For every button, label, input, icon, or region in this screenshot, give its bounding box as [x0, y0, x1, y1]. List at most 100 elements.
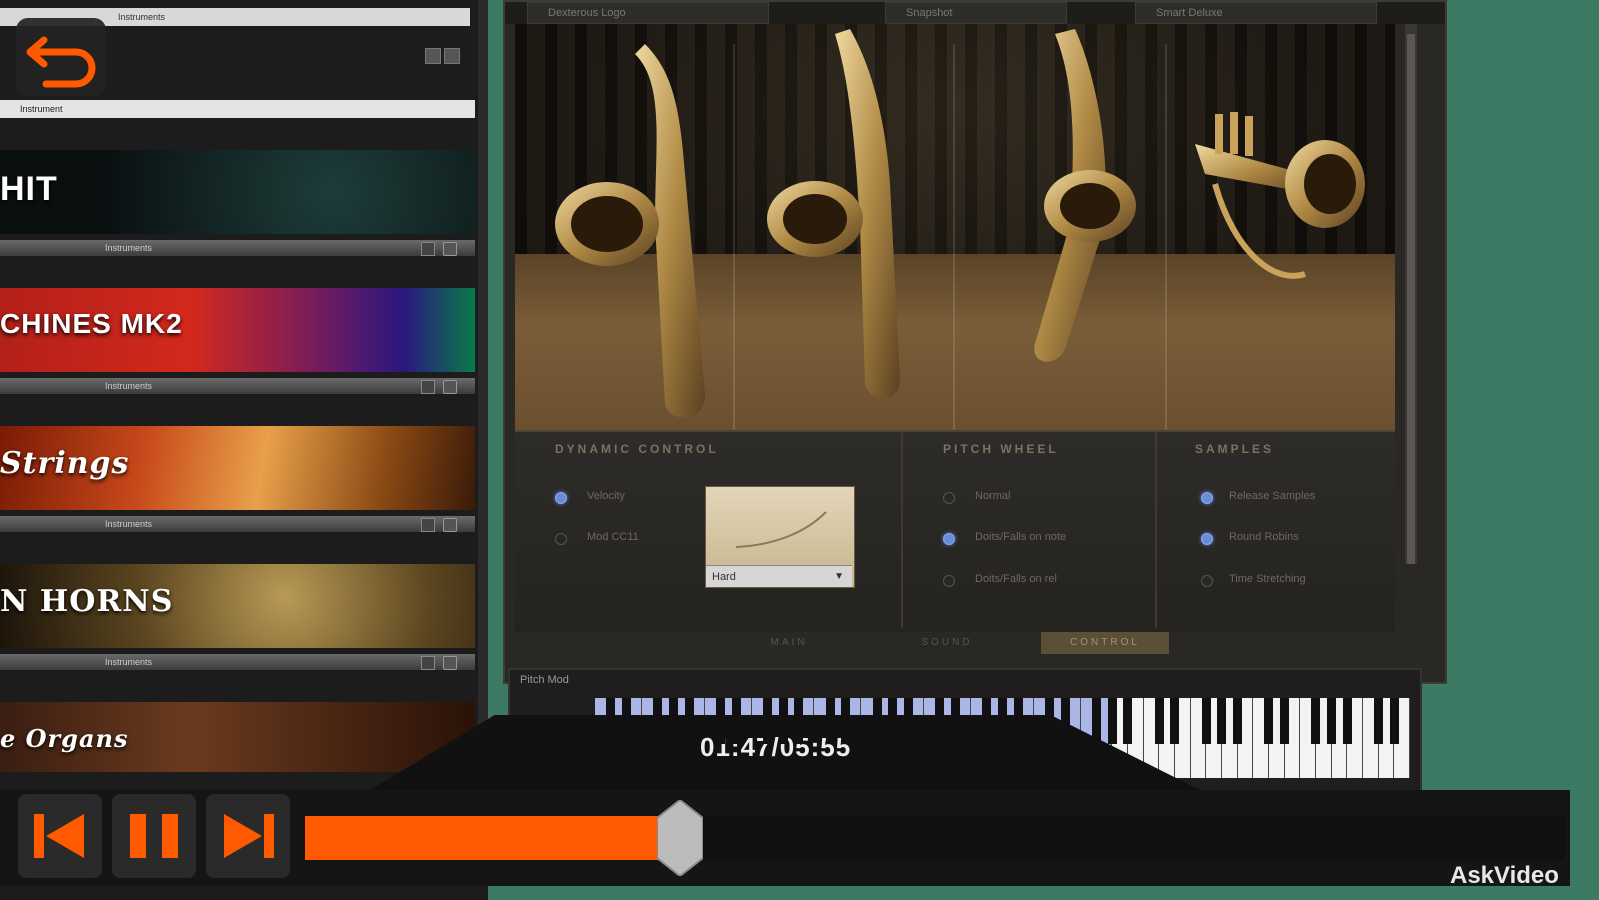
- sidebar-scrollbar[interactable]: [478, 0, 488, 780]
- black-key[interactable]: [935, 698, 945, 744]
- library-footer: Instruments: [0, 240, 475, 256]
- time-stretching-label: Time Stretching: [1229, 573, 1306, 585]
- black-key[interactable]: [903, 698, 913, 744]
- black-key[interactable]: [1374, 698, 1384, 744]
- black-key[interactable]: [668, 698, 678, 744]
- info-icon[interactable]: [421, 242, 435, 256]
- curve-graph: [735, 511, 827, 548]
- black-key[interactable]: [1107, 698, 1117, 744]
- round-robins-label: Round Robins: [1229, 531, 1299, 543]
- close-icon[interactable]: [444, 48, 460, 64]
- black-key[interactable]: [731, 698, 741, 744]
- library-banner[interactable]: CHINES MK2: [0, 288, 475, 372]
- footer-label: Instruments: [105, 519, 153, 529]
- library-banner[interactable]: N HORNS: [0, 564, 475, 648]
- gear-icon[interactable]: [443, 380, 457, 394]
- instrument-scrollbar[interactable]: [1405, 24, 1417, 564]
- smart-button[interactable]: Smart Deluxe: [1135, 2, 1377, 24]
- minimize-icon[interactable]: [425, 48, 441, 64]
- instrument-toolbar: Dexterous Logo Snapshot Smart Deluxe: [505, 2, 1445, 24]
- velocity-radio[interactable]: [555, 492, 567, 504]
- pitch-wheel-section: PITCH WHEEL Normal Doits/Falls on note D…: [903, 432, 1157, 628]
- black-key[interactable]: [1154, 698, 1164, 744]
- doits-rel-radio[interactable]: [943, 575, 955, 587]
- black-key[interactable]: [1092, 698, 1102, 744]
- saxophones-illustration: [555, 29, 1365, 418]
- pause-button[interactable]: [112, 794, 196, 878]
- curve-dropdown[interactable]: Hard ▼: [706, 565, 852, 587]
- back-button[interactable]: [16, 18, 106, 96]
- black-key[interactable]: [1217, 698, 1227, 744]
- black-key[interactable]: [950, 698, 960, 744]
- black-key[interactable]: [778, 698, 788, 744]
- black-key[interactable]: [1327, 698, 1337, 744]
- library-card-machines[interactable]: CHINES MK2 Instruments: [0, 288, 475, 428]
- doits-note-radio[interactable]: [943, 533, 955, 545]
- section-title: PITCH WHEEL: [943, 442, 1059, 456]
- library-banner[interactable]: e Organs: [0, 702, 475, 772]
- black-key[interactable]: [621, 698, 631, 744]
- black-key[interactable]: [1045, 698, 1055, 744]
- logo-button[interactable]: Dexterous Logo: [527, 2, 769, 24]
- library-card-horns[interactable]: N HORNS Instruments: [0, 564, 475, 704]
- black-key[interactable]: [762, 698, 772, 744]
- library-filter-bar[interactable]: Instrument: [0, 100, 475, 118]
- release-samples-label: Release Samples: [1229, 490, 1316, 502]
- info-icon[interactable]: [421, 380, 435, 394]
- library-banner[interactable]: HIT: [0, 150, 475, 234]
- black-key[interactable]: [1170, 698, 1180, 744]
- banner-title: Strings: [0, 446, 130, 481]
- progress-bar[interactable]: [305, 798, 1565, 878]
- library-mini-buttons: [425, 48, 460, 64]
- snapshot-button[interactable]: Snapshot: [885, 2, 1067, 24]
- tab-main[interactable]: MAIN: [725, 632, 853, 654]
- black-key[interactable]: [794, 698, 804, 744]
- black-key[interactable]: [684, 698, 694, 744]
- info-icon[interactable]: [421, 656, 435, 670]
- scroll-thumb[interactable]: [1407, 34, 1415, 564]
- baritone-sax-icon: [555, 44, 705, 418]
- black-key[interactable]: [1060, 698, 1070, 744]
- black-key[interactable]: [1342, 698, 1352, 744]
- black-key[interactable]: [872, 698, 882, 744]
- black-key[interactable]: [1264, 698, 1274, 744]
- black-key[interactable]: [1311, 698, 1321, 744]
- black-key[interactable]: [653, 698, 663, 744]
- black-key[interactable]: [1233, 698, 1243, 744]
- tab-sound[interactable]: SOUND: [883, 632, 1011, 654]
- black-key[interactable]: [825, 698, 835, 744]
- library-card-strings[interactable]: Strings Instruments: [0, 426, 475, 566]
- black-key[interactable]: [1389, 698, 1399, 744]
- info-icon[interactable]: [421, 518, 435, 532]
- black-key[interactable]: [606, 698, 616, 744]
- time-stretching-radio[interactable]: [1201, 575, 1213, 587]
- banner-title: e Organs: [0, 724, 129, 753]
- velocity-curve-display: Hard ▼: [705, 486, 855, 588]
- previous-button[interactable]: [18, 794, 102, 878]
- release-samples-radio[interactable]: [1201, 492, 1213, 504]
- gear-icon[interactable]: [443, 656, 457, 670]
- black-key[interactable]: [841, 698, 851, 744]
- black-key[interactable]: [888, 698, 898, 744]
- back-arrow-icon: [26, 36, 96, 88]
- round-robins-radio[interactable]: [1201, 533, 1213, 545]
- next-button[interactable]: [206, 794, 290, 878]
- black-key[interactable]: [1280, 698, 1290, 744]
- skip-back-icon: [34, 814, 84, 858]
- normal-radio[interactable]: [943, 492, 955, 504]
- black-key[interactable]: [982, 698, 992, 744]
- library-card-hit[interactable]: HIT Instruments: [0, 150, 475, 290]
- gear-icon[interactable]: [443, 518, 457, 532]
- black-key[interactable]: [1123, 698, 1133, 744]
- progress-handle[interactable]: [656, 798, 705, 878]
- black-key[interactable]: [715, 698, 725, 744]
- library-banner[interactable]: Strings: [0, 426, 475, 510]
- black-key[interactable]: [1201, 698, 1211, 744]
- gear-icon[interactable]: [443, 242, 457, 256]
- alto-sax-icon: [1034, 29, 1136, 362]
- mod-cc11-radio[interactable]: [555, 533, 567, 545]
- black-key[interactable]: [1013, 698, 1023, 744]
- curve-value: Hard: [712, 571, 736, 583]
- black-key[interactable]: [998, 698, 1007, 744]
- tab-control[interactable]: CONTROL: [1041, 632, 1169, 654]
